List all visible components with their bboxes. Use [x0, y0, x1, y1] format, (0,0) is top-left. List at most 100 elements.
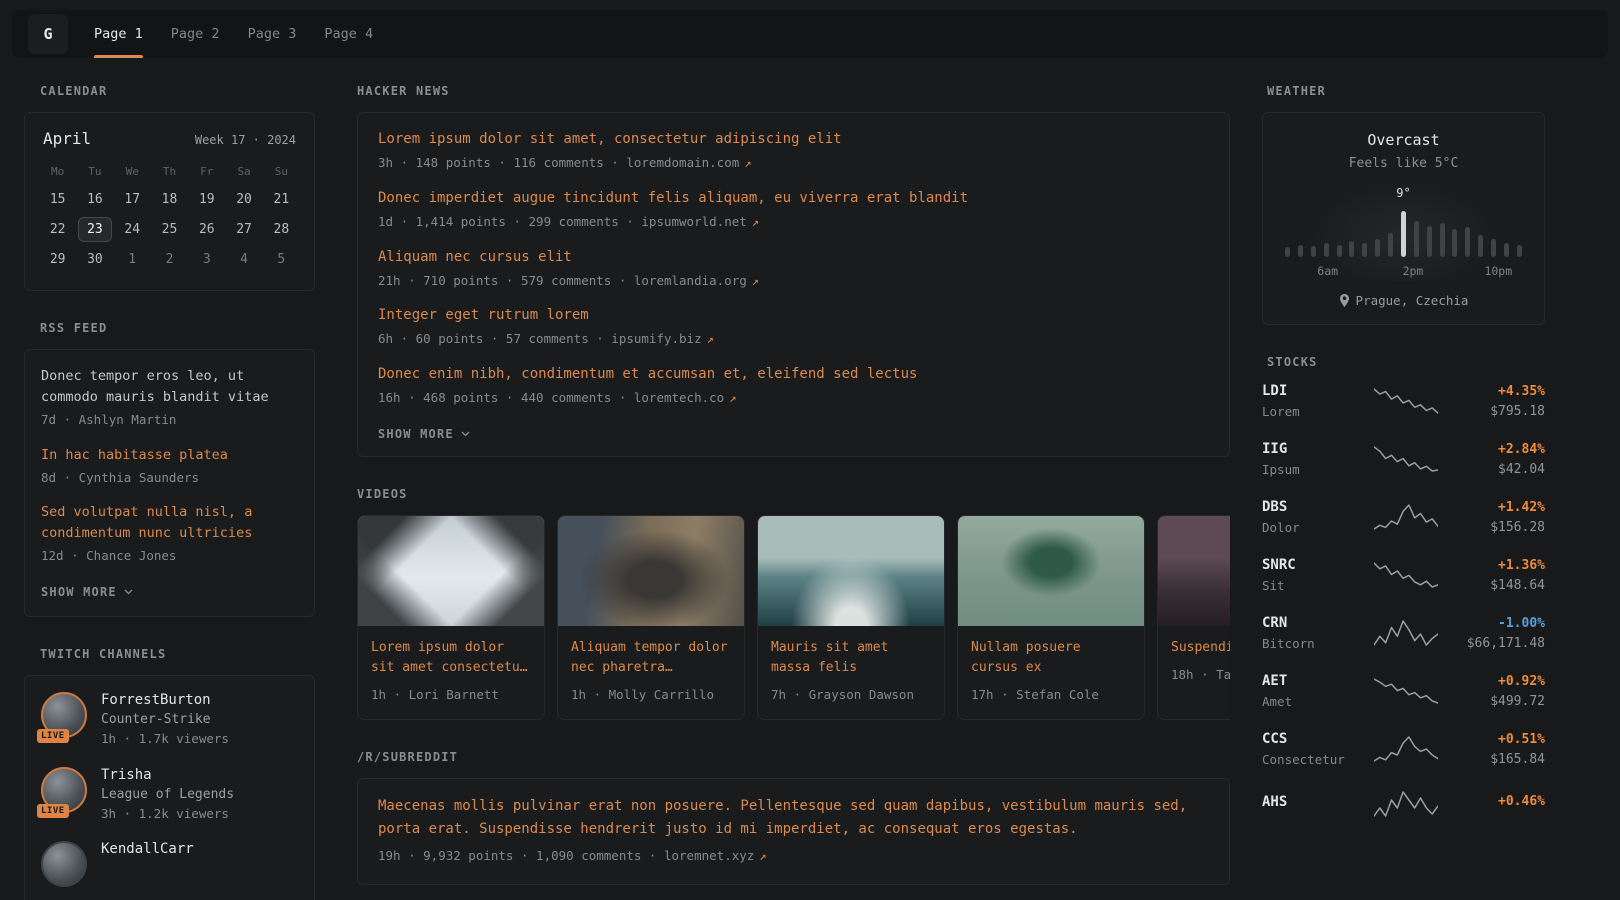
- stock-row[interactable]: AET Amet +0.92% $499.72: [1262, 673, 1545, 709]
- stock-row[interactable]: AHS +0.46%: [1262, 789, 1545, 819]
- rss-item-title[interactable]: In hac habitasse platea: [41, 445, 298, 466]
- dashboard: CALENDAR April Week 17 · 2024 MoTuWeThFr…: [0, 84, 1620, 900]
- calendar-day[interactable]: 24: [115, 217, 149, 242]
- hackernews-item-title[interactable]: Aliquam nec cursus elit: [378, 247, 1209, 268]
- video-card[interactable]: Mauris sit amet massa felis 7h · Grayson…: [757, 515, 945, 720]
- hackernews-item-domain[interactable]: loremdomain.com: [626, 155, 739, 170]
- calendar-day[interactable]: 5: [264, 247, 298, 272]
- hackernews-item: Donec enim nibh, condimentum et accumsan…: [378, 364, 1209, 408]
- calendar-day[interactable]: 30: [78, 247, 112, 272]
- stock-row[interactable]: CRN Bitcorn -1.00% $66,171.48: [1262, 615, 1545, 651]
- video-title[interactable]: Suspendisse diam: [1171, 638, 1230, 658]
- video-thumbnail[interactable]: [958, 516, 1144, 626]
- weather-location-label: Prague, Czechia: [1356, 293, 1469, 308]
- stock-change-percent: +0.46%: [1453, 794, 1545, 809]
- videos-row[interactable]: Lorem ipsum dolor sit amet consectetu… 1…: [357, 515, 1230, 720]
- calendar-day[interactable]: 1: [115, 247, 149, 272]
- calendar-day[interactable]: 18: [152, 187, 186, 212]
- stock-values: +0.51% $165.84: [1453, 732, 1545, 767]
- hackernews-item-meta: 6h · 60 points · 57 comments · ipsumify.…: [378, 330, 1209, 349]
- channel-name[interactable]: ForrestBurton: [101, 692, 229, 708]
- calendar-day[interactable]: 29: [41, 247, 75, 272]
- video-thumbnail[interactable]: [558, 516, 744, 626]
- page-tab[interactable]: Page 4: [324, 10, 373, 58]
- video-meta: 7h · Grayson Dawson: [771, 686, 931, 705]
- twitch-channel[interactable]: KendallCarr: [41, 841, 298, 887]
- videos-widget-title: VIDEOS: [357, 487, 1230, 501]
- weather-bar: [1298, 245, 1303, 257]
- calendar-day[interactable]: 17: [115, 187, 149, 212]
- calendar-day[interactable]: 26: [190, 217, 224, 242]
- channel-name[interactable]: Trisha: [101, 767, 234, 783]
- chevron-down-icon: [124, 589, 133, 595]
- twitch-card: LIVE ForrestBurton Counter-Strike 1h · 1…: [24, 675, 315, 900]
- calendar-day[interactable]: 16: [78, 187, 112, 212]
- video-title[interactable]: Mauris sit amet massa felis: [771, 638, 931, 678]
- video-meta: 17h · Stefan Cole: [971, 686, 1131, 705]
- stock-id: IIG Ipsum: [1262, 441, 1358, 477]
- video-thumbnail[interactable]: [358, 516, 544, 626]
- calendar-day[interactable]: 3: [190, 247, 224, 272]
- subreddit-post-domain[interactable]: loremnet.xyz: [664, 848, 754, 863]
- stock-row[interactable]: SNRC Sit +1.36% $148.64: [1262, 557, 1545, 593]
- videos-widget: VIDEOS Lorem ipsum dolor sit amet consec…: [357, 487, 1230, 720]
- video-card[interactable]: Lorem ipsum dolor sit amet consectetu… 1…: [357, 515, 545, 720]
- weather-bar: [1311, 246, 1316, 257]
- video-title[interactable]: Nullam posuere cursus ex: [971, 638, 1131, 678]
- page-tab[interactable]: Page 1: [94, 10, 143, 58]
- hackernews-item-stats: 21h · 710 points · 579 comments ·: [378, 273, 634, 288]
- hackernews-item-domain[interactable]: ipsumworld.net: [641, 214, 746, 229]
- stock-change-percent: -1.00%: [1453, 616, 1545, 631]
- stock-sparkline: [1358, 676, 1453, 706]
- video-thumbnail[interactable]: [1158, 516, 1230, 626]
- calendar-day[interactable]: 27: [227, 217, 261, 242]
- calendar-day[interactable]: 20: [227, 187, 261, 212]
- right-column: WEATHER Overcast Feels like 5°C 9° 6am 2…: [1262, 84, 1545, 849]
- hackernews-item-title[interactable]: Donec enim nibh, condimentum et accumsan…: [378, 364, 1209, 385]
- twitch-channel[interactable]: LIVE Trisha League of Legends 3h · 1.2k …: [41, 767, 298, 824]
- app-logo[interactable]: G: [28, 14, 68, 54]
- rss-item-title[interactable]: Donec tempor eros leo, ut commodo mauris…: [41, 366, 298, 408]
- rss-list: Donec tempor eros leo, ut commodo mauris…: [41, 366, 298, 566]
- channel-info: KendallCarr: [101, 841, 194, 857]
- video-title[interactable]: Aliquam tempor dolor nec pharetra…: [571, 638, 731, 678]
- calendar-day[interactable]: 4: [227, 247, 261, 272]
- video-card[interactable]: Aliquam tempor dolor nec pharetra… 1h · …: [557, 515, 745, 720]
- stock-row[interactable]: IIG Ipsum +2.84% $42.04: [1262, 441, 1545, 477]
- calendar-day[interactable]: 25: [152, 217, 186, 242]
- hackernews-show-more-button[interactable]: SHOW MORE: [378, 427, 470, 441]
- calendar-day[interactable]: 23: [78, 217, 112, 242]
- topbar: G Page 1 Page 2 Page 3 Page 4: [12, 10, 1608, 58]
- subreddit-widget: /R/SUBREDDIT Maecenas mollis pulvinar er…: [357, 750, 1230, 885]
- hackernews-item: Lorem ipsum dolor sit amet, consectetur …: [378, 129, 1209, 173]
- hackernews-item-domain[interactable]: loremlandia.org: [634, 273, 747, 288]
- stock-row[interactable]: LDI Lorem +4.35% $795.18: [1262, 383, 1545, 419]
- stock-row[interactable]: CCS Consectetur +0.51% $165.84: [1262, 731, 1545, 767]
- rss-show-more-button[interactable]: SHOW MORE: [41, 585, 133, 599]
- video-title[interactable]: Lorem ipsum dolor sit amet consectetu…: [371, 638, 531, 678]
- calendar-day[interactable]: 21: [264, 187, 298, 212]
- hackernews-item-title[interactable]: Donec imperdiet augue tincidunt felis al…: [378, 188, 1209, 209]
- calendar-day[interactable]: 15: [41, 187, 75, 212]
- calendar-day[interactable]: 2: [152, 247, 186, 272]
- hackernews-item-title[interactable]: Lorem ipsum dolor sit amet, consectetur …: [378, 129, 1209, 150]
- rss-item-title[interactable]: Sed volutpat nulla nisl, a condimentum n…: [41, 502, 298, 544]
- channel-name[interactable]: KendallCarr: [101, 841, 194, 857]
- video-card[interactable]: Nullam posuere cursus ex 17h · Stefan Co…: [957, 515, 1145, 720]
- calendar-day[interactable]: 22: [41, 217, 75, 242]
- rss-item: Sed volutpat nulla nisl, a condimentum n…: [41, 502, 298, 566]
- subreddit-post-title[interactable]: Maecenas mollis pulvinar erat non posuer…: [378, 795, 1209, 841]
- page-tab[interactable]: Page 2: [171, 10, 220, 58]
- calendar-day[interactable]: 19: [190, 187, 224, 212]
- twitch-channel[interactable]: LIVE ForrestBurton Counter-Strike 1h · 1…: [41, 692, 298, 749]
- hackernews-item-title[interactable]: Integer eget rutrum lorem: [378, 305, 1209, 326]
- channel-meta: 1h · 1.7k viewers: [101, 730, 229, 749]
- page-tab[interactable]: Page 3: [248, 10, 297, 58]
- hackernews-item-domain[interactable]: ipsumify.biz: [611, 331, 701, 346]
- hackernews-item-domain[interactable]: loremtech.co: [634, 390, 724, 405]
- video-card[interactable]: Suspendisse diam 18h · Tara: [1157, 515, 1230, 720]
- calendar-day[interactable]: 28: [264, 217, 298, 242]
- stock-row[interactable]: DBS Dolor +1.42% $156.28: [1262, 499, 1545, 535]
- calendar-header: April Week 17 · 2024: [39, 129, 300, 148]
- video-thumbnail[interactable]: [758, 516, 944, 626]
